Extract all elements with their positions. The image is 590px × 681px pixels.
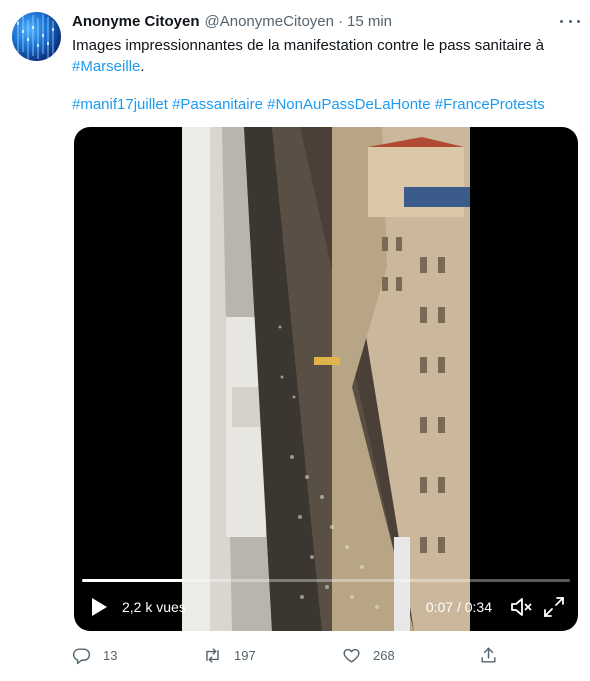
more-dot-icon xyxy=(568,19,572,23)
play-icon[interactable] xyxy=(88,596,110,618)
video-frame[interactable] xyxy=(182,127,470,631)
reply-count: 13 xyxy=(103,647,118,663)
video-timecode: 0:07 / 0:34 xyxy=(425,599,492,615)
header-separator: · xyxy=(337,12,343,30)
hashtag-manif17juillet[interactable]: #manif17juillet xyxy=(72,96,168,113)
tweet-text-body: Images impressionnantes de la manifestat… xyxy=(72,37,544,54)
like-count: 268 xyxy=(373,647,395,663)
volume-icon[interactable] xyxy=(510,595,534,619)
retweet-button[interactable]: 197 xyxy=(203,646,256,665)
reply-icon xyxy=(72,647,91,664)
hashtag-passanitaire[interactable]: #Passanitaire xyxy=(172,96,263,113)
tweet-body: Anonyme Citoyen @AnonymeCitoyen · 15 min… xyxy=(72,10,580,115)
tweet-timestamp[interactable]: 15 min xyxy=(347,13,392,30)
author-name[interactable]: Anonyme Citoyen xyxy=(72,13,200,30)
tweet-header: Anonyme Citoyen @AnonymeCitoyen · 15 min xyxy=(72,10,580,32)
author-handle[interactable]: @AnonymeCitoyen xyxy=(205,13,334,30)
more-dot-icon xyxy=(560,19,563,23)
tweet-text-period: . xyxy=(140,58,145,75)
share-button[interactable] xyxy=(479,646,498,665)
like-button[interactable]: 268 xyxy=(342,646,395,665)
hashtag-marseille[interactable]: #Marseille xyxy=(72,58,140,75)
video-progress-fill xyxy=(82,579,183,582)
more-dot-icon xyxy=(577,19,580,23)
share-icon xyxy=(481,647,496,663)
protest-street-image xyxy=(182,127,470,631)
hashtag-franceprotests[interactable]: #FranceProtests xyxy=(435,96,545,113)
video-controls: 2,2 k vues 0:07 / 0:34 xyxy=(74,583,578,631)
avatar-image xyxy=(17,14,54,60)
hashtag-nonaupassdelahonte[interactable]: #NonAuPassDeLaHonte xyxy=(267,96,430,113)
fullscreen-icon[interactable] xyxy=(542,595,566,619)
retweet-icon xyxy=(206,647,219,663)
video-player[interactable]: 2,2 k vues 0:07 / 0:34 xyxy=(74,127,578,631)
avatar[interactable] xyxy=(12,12,61,61)
more-options-button[interactable] xyxy=(560,14,580,28)
retweet-count: 197 xyxy=(234,647,256,663)
video-progress-bar[interactable] xyxy=(82,579,570,582)
heart-icon xyxy=(343,648,360,663)
reply-button[interactable]: 13 xyxy=(72,646,117,665)
tweet-actions: 13 197 268 xyxy=(72,644,512,666)
video-view-count: 2,2 k vues xyxy=(122,599,186,615)
tweet-text: Images impressionnantes de la manifestat… xyxy=(72,35,580,115)
